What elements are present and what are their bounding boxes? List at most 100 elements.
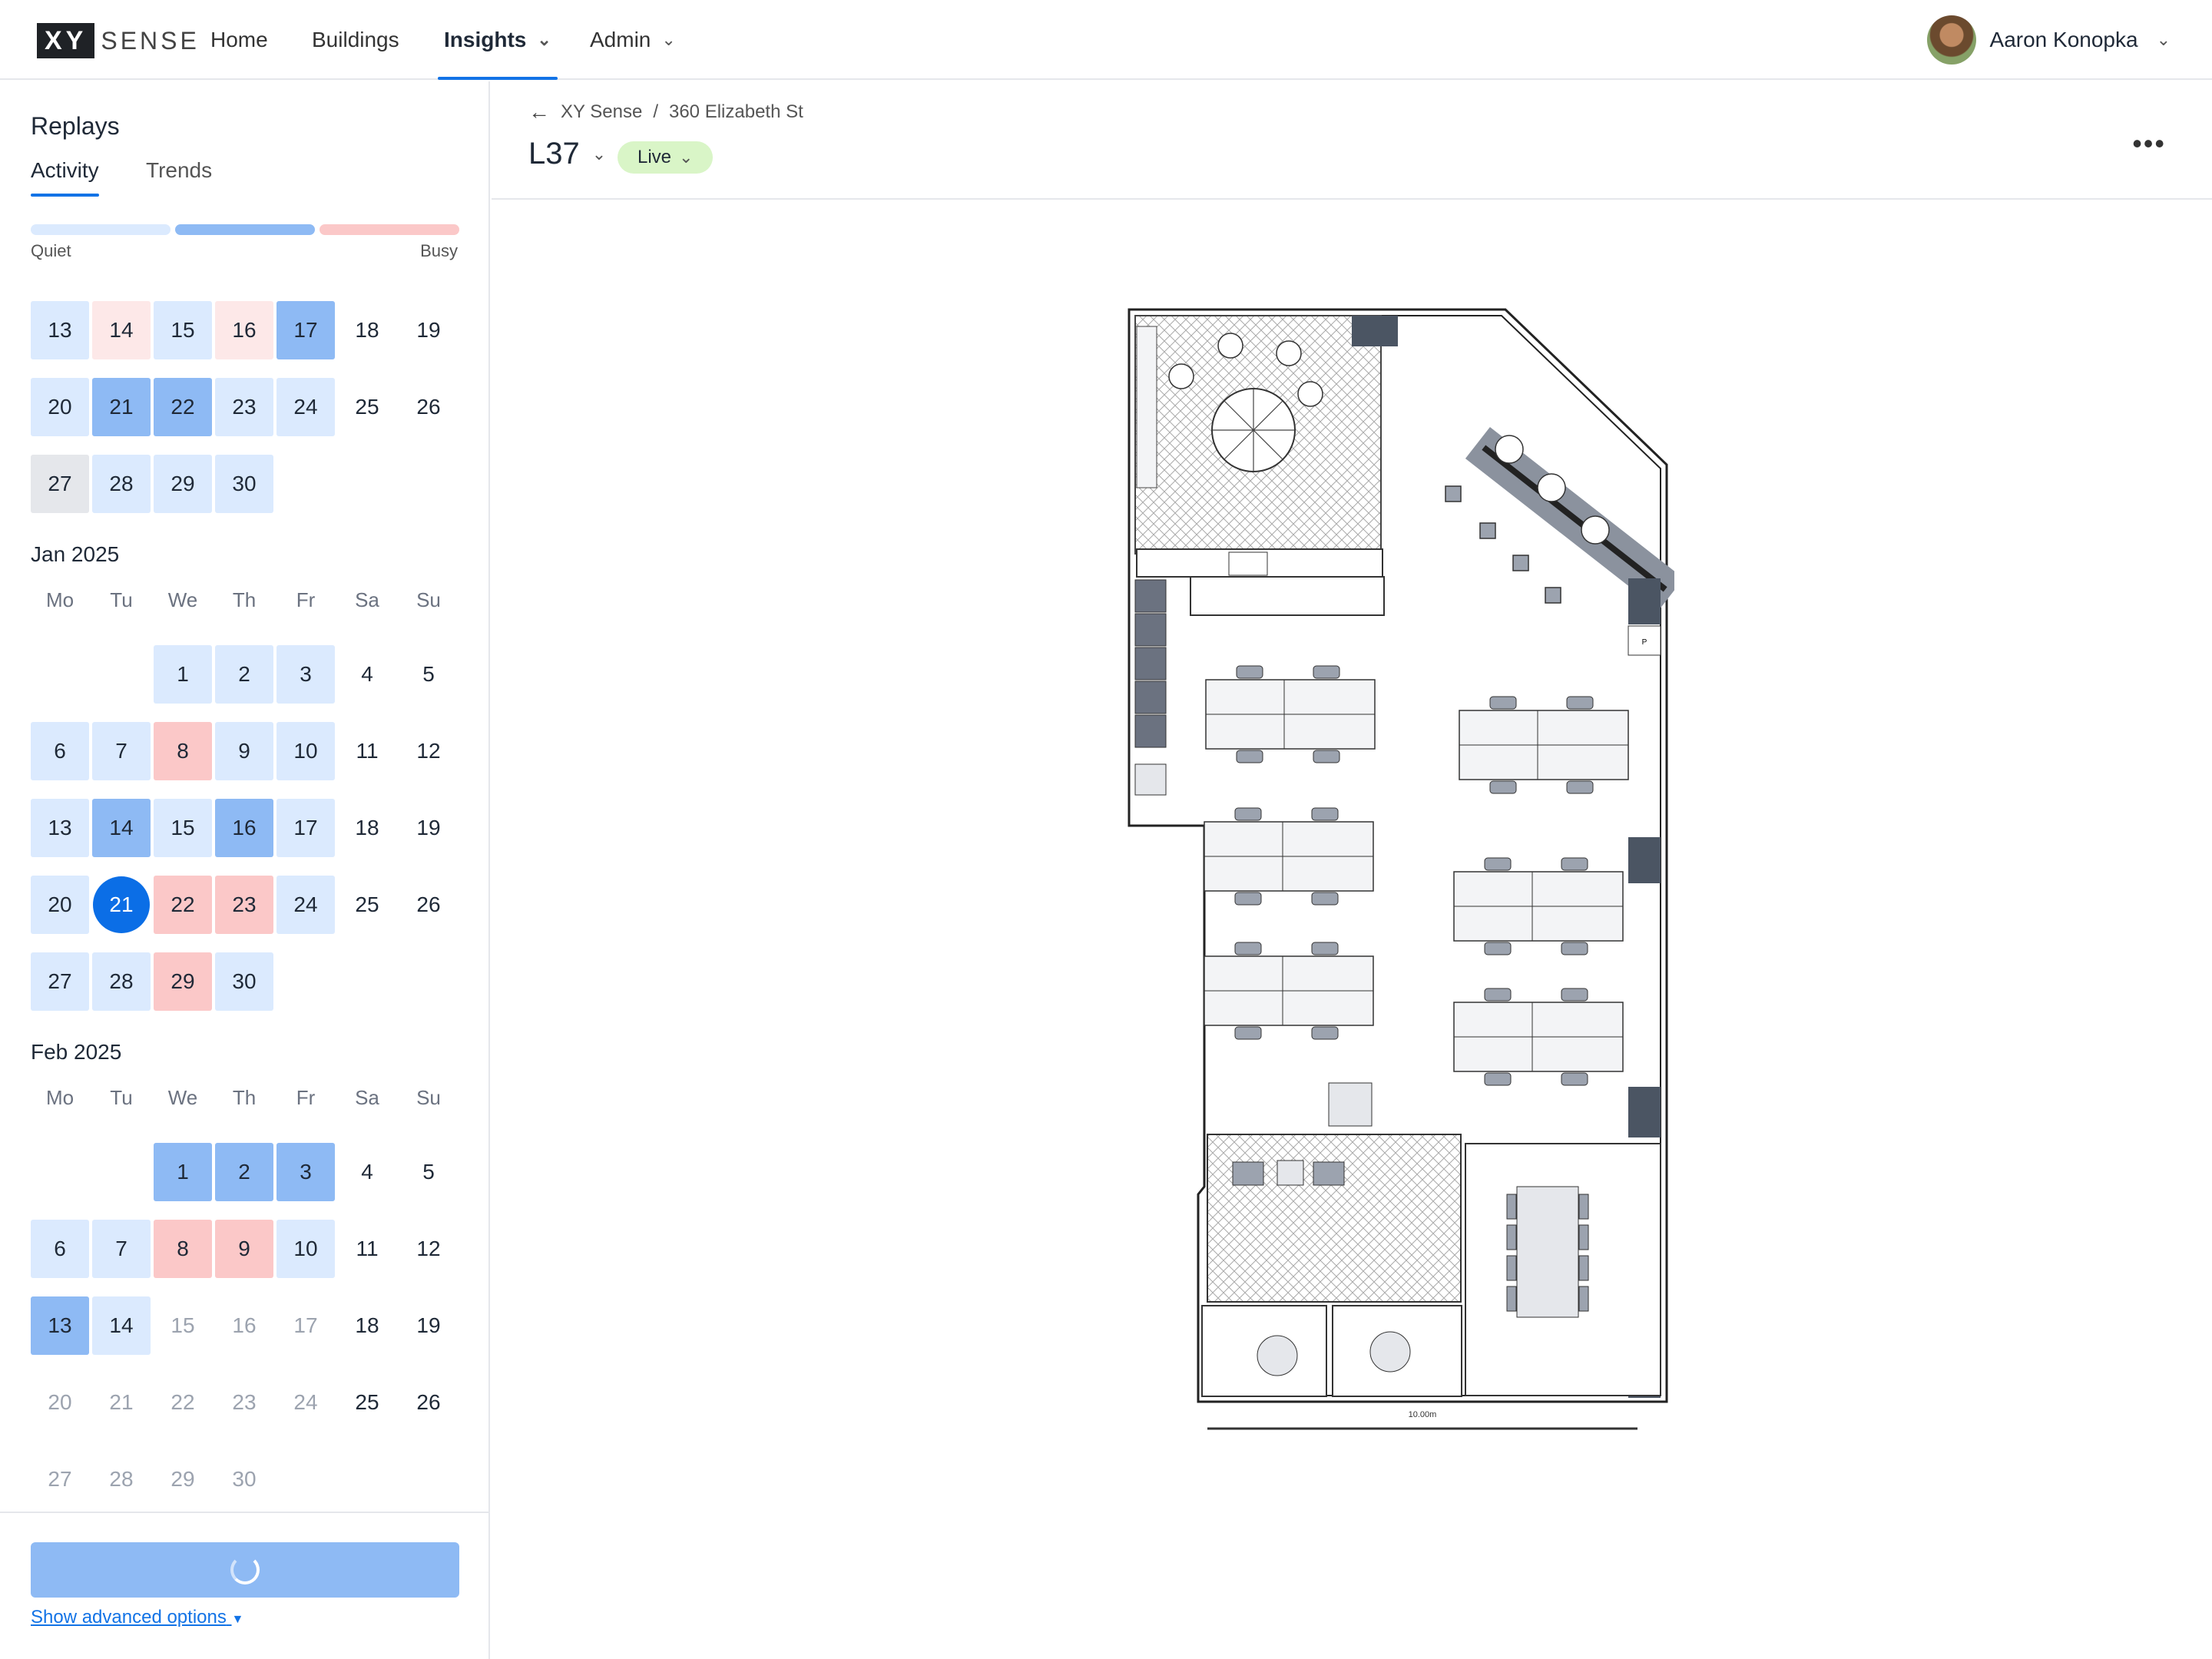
calendar-day[interactable]: 21 <box>92 876 151 934</box>
calendar-day[interactable]: 7 <box>92 1220 151 1278</box>
live-mode-dropdown[interactable]: Live ⌄ <box>618 141 714 174</box>
calendar-day[interactable]: 27 <box>31 455 89 513</box>
tab-activity[interactable]: Activity <box>31 158 99 197</box>
calendar-day[interactable]: 19 <box>399 1296 458 1355</box>
calendar-day[interactable]: 6 <box>31 722 89 780</box>
calendar-day[interactable]: 20 <box>31 876 89 934</box>
weekday-label: Tu <box>110 1086 133 1109</box>
calendar-day[interactable]: 19 <box>399 799 458 857</box>
nav-buildings[interactable]: Buildings <box>312 0 399 80</box>
calendar-day[interactable]: 23 <box>215 876 273 934</box>
calendar-day[interactable]: 8 <box>154 722 212 780</box>
calendar-day[interactable]: 5 <box>399 1143 458 1201</box>
back-arrow-icon[interactable]: ← <box>528 100 550 124</box>
calendar-day[interactable]: 18 <box>338 1296 396 1355</box>
calendar-day[interactable]: 4 <box>338 1143 396 1201</box>
calendar-day[interactable]: 1 <box>154 645 212 704</box>
calendar-day[interactable]: 26 <box>399 876 458 934</box>
calendar-day[interactable]: 16 <box>215 799 273 857</box>
calendar-day[interactable]: 11 <box>338 722 396 780</box>
february-calendar-grid: 1 2 3 4 5 6 7 8 9 10 11 12 13 14 15 16 17 18 19 20 21 22 23 24 2… <box>31 1143 458 1508</box>
calendar-day[interactable]: 22 <box>154 876 212 934</box>
calendar-day[interactable]: 18 <box>338 799 396 857</box>
nav-admin[interactable]: Admin ⌄ <box>590 0 676 80</box>
calendar-day[interactable]: 21 <box>92 378 151 436</box>
calendar-day[interactable]: 12 <box>399 1220 458 1278</box>
nav-insights[interactable]: Insights ⌄ <box>438 0 558 80</box>
calendar-day[interactable]: 28 <box>92 952 151 1011</box>
calendar-day[interactable]: 28 <box>92 455 151 513</box>
calendar-day[interactable]: 10 <box>276 722 335 780</box>
calendar-day[interactable]: 19 <box>399 301 458 359</box>
calendar-day[interactable]: 10 <box>276 1220 335 1278</box>
floor-selector[interactable]: L37 ⌄ <box>528 137 606 171</box>
calendar-day[interactable]: 8 <box>154 1220 212 1278</box>
desk-cluster <box>1453 988 1624 1086</box>
calendar-day[interactable]: 24 <box>276 378 335 436</box>
calendar-day[interactable]: 25 <box>338 1373 396 1432</box>
calendar-day[interactable]: 20 <box>31 378 89 436</box>
calendar-day[interactable]: 18 <box>338 301 396 359</box>
calendar-day[interactable]: 9 <box>215 1220 273 1278</box>
calendar-day[interactable]: 17 <box>276 799 335 857</box>
show-advanced-options-link[interactable]: Show advanced options ▼ <box>31 1607 243 1628</box>
calendar-day[interactable]: 15 <box>154 301 212 359</box>
calendar-day[interactable]: 13 <box>31 301 89 359</box>
load-replay-button[interactable] <box>31 1542 459 1598</box>
calendar-day[interactable]: 22 <box>154 378 212 436</box>
calendar-day[interactable]: 27 <box>31 952 89 1011</box>
calendar-day: 16 <box>232 1313 257 1337</box>
calendar-day[interactable]: 23 <box>215 378 273 436</box>
user-menu[interactable]: Aaron Konopka ⌄ <box>1926 14 2171 66</box>
calendar-day[interactable]: 2 <box>215 645 273 704</box>
calendar-day[interactable]: 29 <box>154 455 212 513</box>
tab-trends[interactable]: Trends <box>146 158 212 183</box>
calendar-day[interactable]: 26 <box>399 1373 458 1432</box>
printer-label: P <box>1642 638 1647 647</box>
calendar-day[interactable]: 25 <box>338 876 396 934</box>
active-tab-indicator <box>31 194 99 197</box>
calendar-day[interactable]: 30 <box>215 455 273 513</box>
calendar-day[interactable]: 4 <box>338 645 396 704</box>
more-options-icon[interactable]: ••• <box>2132 127 2166 160</box>
calendar-day[interactable]: 24 <box>276 876 335 934</box>
caret-down-icon: ▼ <box>231 1613 244 1626</box>
calendar-day[interactable]: 26 <box>399 378 458 436</box>
desk-cluster <box>1204 942 1374 1040</box>
desk-cluster <box>1453 857 1624 955</box>
calendar-day[interactable]: 5 <box>399 645 458 704</box>
breadcrumb-building[interactable]: 360 Elizabeth St <box>669 101 803 123</box>
weekday-label: Th <box>232 588 257 611</box>
calendar-day[interactable]: 17 <box>276 301 335 359</box>
calendar-day[interactable]: 13 <box>31 799 89 857</box>
calendar-day[interactable]: 3 <box>276 645 335 704</box>
calendar-day[interactable]: 2 <box>215 1143 273 1201</box>
active-tab-indicator <box>438 77 558 80</box>
calendar-day: 24 <box>293 1390 318 1414</box>
calendar-day[interactable]: 11 <box>338 1220 396 1278</box>
calendar-day[interactable]: 14 <box>92 799 151 857</box>
calendar-day[interactable]: 12 <box>399 722 458 780</box>
calendar-day[interactable]: 7 <box>92 722 151 780</box>
calendar-day[interactable]: 25 <box>338 378 396 436</box>
calendar-day[interactable]: 16 <box>215 301 273 359</box>
column <box>1628 1087 1661 1137</box>
scale-label: 10.00m <box>1409 1410 1437 1419</box>
nav-home[interactable]: Home <box>210 0 268 80</box>
calendar-day[interactable]: 1 <box>154 1143 212 1201</box>
calendar-day[interactable]: 30 <box>215 952 273 1011</box>
calendar-day: 17 <box>293 1313 318 1337</box>
calendar-day[interactable]: 6 <box>31 1220 89 1278</box>
calendar-day[interactable]: 3 <box>276 1143 335 1201</box>
xy-sense-logo[interactable]: XY SENSE <box>37 23 200 58</box>
calendar-day[interactable]: 13 <box>31 1296 89 1355</box>
calendar-day[interactable]: 14 <box>92 1296 151 1355</box>
calendar-day[interactable]: 15 <box>154 799 212 857</box>
desk-chair <box>1561 857 1588 871</box>
calendar-day[interactable]: 29 <box>154 952 212 1011</box>
desk-chair <box>1311 892 1339 906</box>
desk-chair <box>1489 696 1517 710</box>
breadcrumb-org[interactable]: XY Sense <box>561 101 642 123</box>
calendar-day[interactable]: 9 <box>215 722 273 780</box>
calendar-day[interactable]: 14 <box>92 301 151 359</box>
